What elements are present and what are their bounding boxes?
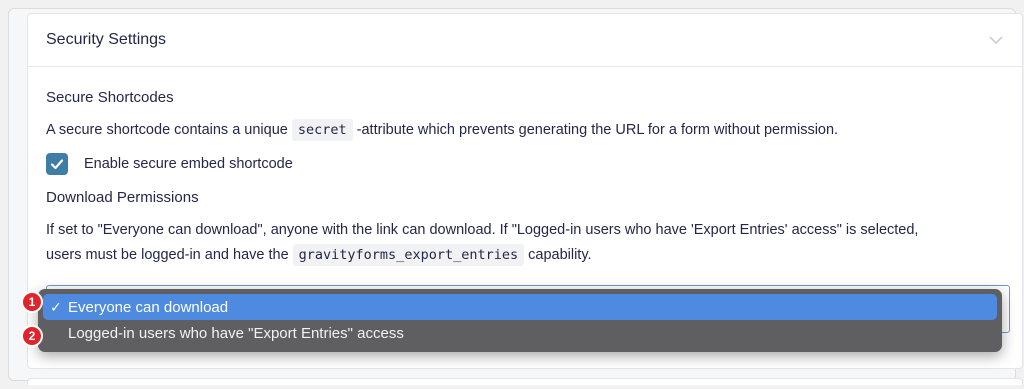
option-logged-in-users[interactable]: Logged-in users who have "Export Entries… <box>43 320 997 346</box>
description-text: -attribute which prevents generating the… <box>352 122 839 138</box>
annotation-badge-2: 2 <box>21 325 43 347</box>
panel-body: Secure Shortcodes A secure shortcode con… <box>28 67 1022 268</box>
secret-code: secret <box>291 119 353 141</box>
capability-code: gravityforms_export_entries <box>292 244 525 266</box>
description-text: users must be logged-in and have the <box>46 247 293 263</box>
option-everyone-can-download[interactable]: ✓ Everyone can download <box>43 294 997 320</box>
secure-shortcodes-title: Secure Shortcodes <box>46 89 174 106</box>
download-permissions-title: Download Permissions <box>46 189 199 206</box>
option-label: Everyone can download <box>68 298 229 316</box>
panel-header[interactable]: Security Settings <box>28 14 1022 67</box>
checkmark-icon <box>50 159 64 170</box>
description-text: A secure shortcode contains a unique <box>46 122 292 138</box>
secure-embed-checkbox-row[interactable]: Enable secure embed shortcode <box>46 153 1004 175</box>
chevron-down-icon[interactable] <box>988 32 1004 48</box>
checkmark-icon: ✓ <box>50 298 62 315</box>
description-text: capability. <box>524 247 592 263</box>
secure-shortcodes-description: A secure shortcode contains a unique sec… <box>46 118 1004 143</box>
next-panel-edge <box>27 378 1023 385</box>
panel-title: Security Settings <box>46 31 167 48</box>
download-permissions-description: If set to "Everyone can download", anyon… <box>46 218 1004 268</box>
annotation-badge-1: 1 <box>21 291 43 313</box>
secure-embed-checkbox-label[interactable]: Enable secure embed shortcode <box>84 156 293 172</box>
option-label: Logged-in users who have "Export Entries… <box>68 324 404 342</box>
download-permissions-dropdown-menu[interactable]: ✓ Everyone can download Logged-in users … <box>38 289 1002 352</box>
description-text: If set to "Everyone can download", anyon… <box>46 222 919 238</box>
secure-embed-checkbox[interactable] <box>46 153 68 175</box>
